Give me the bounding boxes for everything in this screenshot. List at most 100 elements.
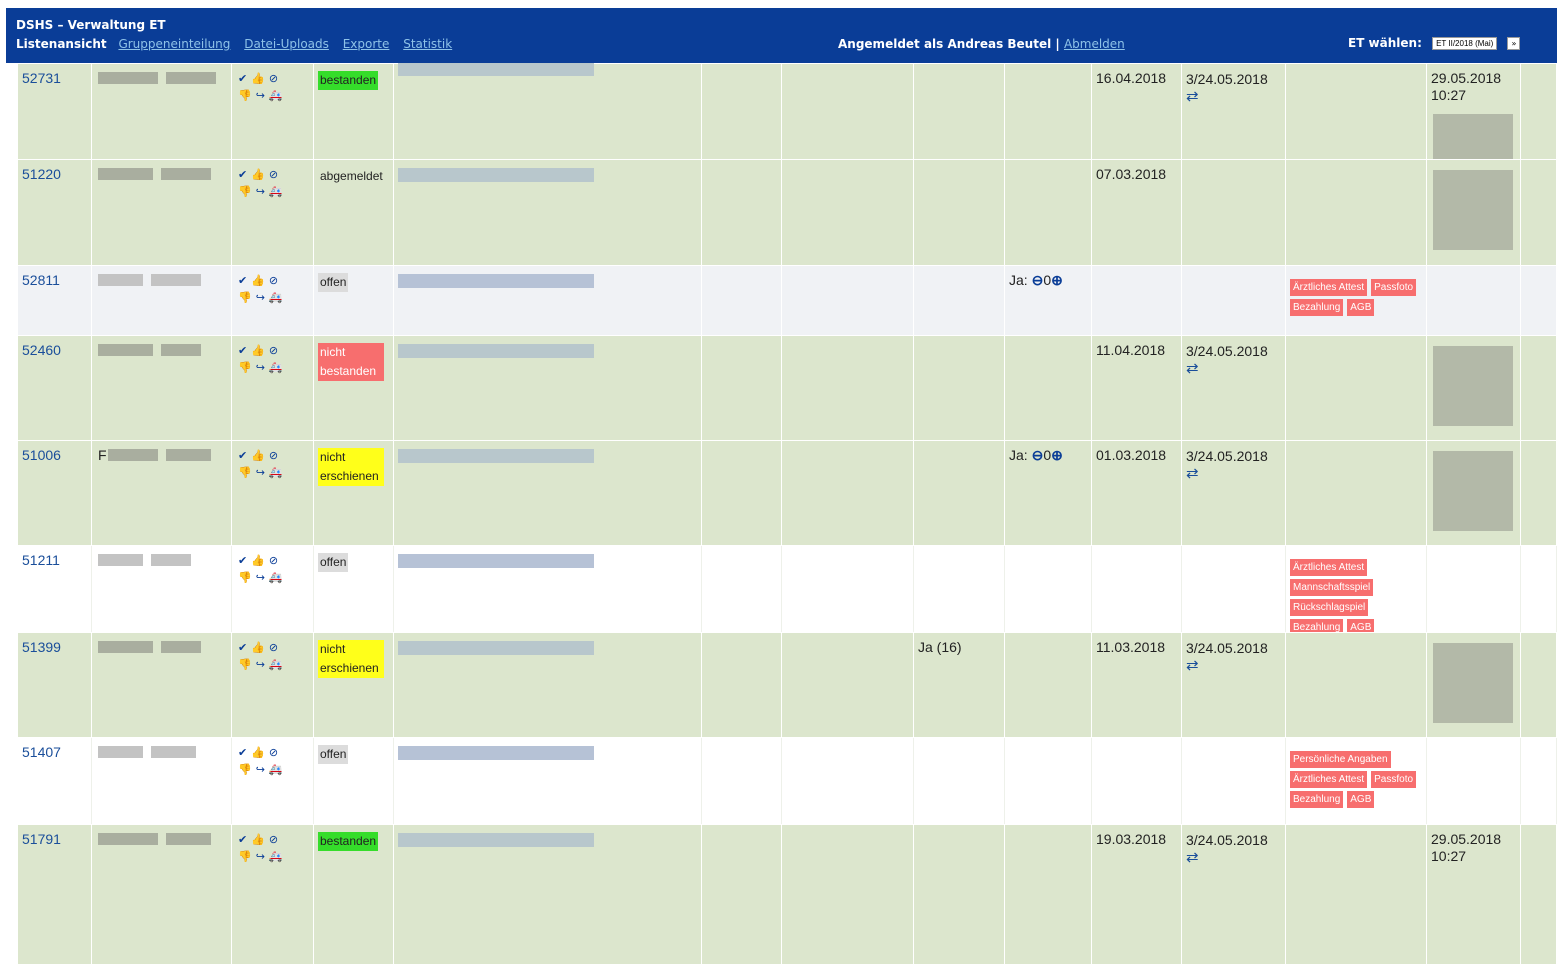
- exchange-icon[interactable]: ⇄: [1186, 360, 1268, 378]
- thumbs-down-icon[interactable]: 👎: [238, 764, 256, 776]
- nav-link-statistik[interactable]: Statistik: [403, 37, 452, 51]
- table-cell: nicht erschienen: [314, 441, 394, 545]
- sign-out-icon[interactable]: ↪: [256, 659, 269, 671]
- thumbs-down-icon[interactable]: 👎: [238, 467, 256, 479]
- table-cell: [1521, 546, 1557, 632]
- et-select[interactable]: ET II/2018 (Mai): [1432, 37, 1498, 50]
- plus-circle-icon[interactable]: ⊕: [1051, 272, 1063, 288]
- sign-out-icon[interactable]: ↪: [256, 362, 269, 374]
- ambulance-icon[interactable]: 🚑: [269, 467, 287, 479]
- check-circle-icon[interactable]: ✔: [238, 345, 251, 357]
- thumbs-up-icon[interactable]: 👍: [251, 73, 269, 85]
- exam-date: 3/24.05.2018 ⇄: [1186, 639, 1268, 675]
- ambulance-icon[interactable]: 🚑: [269, 572, 287, 584]
- ban-icon[interactable]: ⊘: [269, 169, 282, 181]
- check-circle-icon[interactable]: ✔: [238, 73, 251, 85]
- status-badge: offen: [318, 273, 349, 292]
- sign-out-icon[interactable]: ↪: [256, 467, 269, 479]
- sign-out-icon[interactable]: ↪: [256, 186, 269, 198]
- ban-icon[interactable]: ⊘: [269, 834, 282, 846]
- plus-circle-icon[interactable]: ⊕: [1051, 447, 1063, 463]
- check-circle-icon[interactable]: ✔: [238, 642, 251, 654]
- thumbs-up-icon[interactable]: 👍: [251, 169, 269, 181]
- thumbs-up-icon[interactable]: 👍: [251, 555, 269, 567]
- thumbs-down-icon[interactable]: 👎: [238, 186, 256, 198]
- ban-icon[interactable]: ⊘: [269, 747, 282, 759]
- top-bar: DSHS – Verwaltung ET Listenansicht Grupp…: [6, 8, 1557, 63]
- thumbs-up-icon[interactable]: 👍: [251, 275, 269, 287]
- thumbs-up-icon[interactable]: 👍: [251, 450, 269, 462]
- ambulance-icon[interactable]: 🚑: [269, 764, 287, 776]
- participant-id-link[interactable]: 51006: [22, 447, 61, 463]
- table-cell: [1092, 546, 1182, 632]
- nav-link-exporte[interactable]: Exporte: [343, 37, 390, 51]
- ban-icon[interactable]: ⊘: [269, 275, 282, 287]
- participant-id-link[interactable]: 51407: [22, 744, 61, 760]
- ban-icon[interactable]: ⊘: [269, 73, 282, 85]
- counter: Ja: ⊖0⊕: [1009, 447, 1063, 464]
- table-cell: [1005, 546, 1092, 632]
- ban-icon[interactable]: ⊘: [269, 642, 282, 654]
- name-blur-block: [166, 833, 211, 845]
- thumbs-down-icon[interactable]: 👎: [238, 362, 256, 374]
- participant-id-link[interactable]: 52811: [22, 272, 60, 288]
- table-cell: [1286, 633, 1427, 737]
- table-cell: 51006: [18, 441, 92, 545]
- exchange-icon[interactable]: ⇄: [1186, 657, 1268, 675]
- sign-out-icon[interactable]: ↪: [256, 90, 269, 102]
- thumbs-down-icon[interactable]: 👎: [238, 292, 256, 304]
- et-go-button[interactable]: »: [1507, 37, 1521, 50]
- participant-id-link[interactable]: 51399: [22, 639, 61, 655]
- thumbs-down-icon[interactable]: 👎: [238, 851, 256, 863]
- check-circle-icon[interactable]: ✔: [238, 555, 251, 567]
- nav-link-datei-uploads[interactable]: Datei-Uploads: [244, 37, 329, 51]
- table-row: 51006 F ✔👍⊘ 👎↪🚑 nicht erschienen Ja: ⊖0⊕ 01.03…: [18, 440, 1557, 545]
- participant-id-link[interactable]: 51211: [22, 552, 60, 568]
- ban-icon[interactable]: ⊘: [269, 555, 282, 567]
- ban-icon[interactable]: ⊘: [269, 450, 282, 462]
- thumbs-up-icon[interactable]: 👍: [251, 834, 269, 846]
- email-redacted: [398, 641, 594, 655]
- exchange-icon[interactable]: ⇄: [1186, 88, 1268, 106]
- thumbs-down-icon[interactable]: 👎: [238, 659, 256, 671]
- table-row: 52731 ✔👍⊘ 👎↪🚑 bestanden 16.04.2018 3/24.05.20…: [18, 62, 1557, 204]
- ambulance-icon[interactable]: 🚑: [269, 851, 287, 863]
- sign-out-icon[interactable]: ↪: [256, 572, 269, 584]
- check-circle-icon[interactable]: ✔: [238, 834, 251, 846]
- ban-icon[interactable]: ⊘: [269, 345, 282, 357]
- exchange-icon[interactable]: ⇄: [1186, 465, 1268, 483]
- table-cell: [1286, 336, 1427, 440]
- ambulance-icon[interactable]: 🚑: [269, 362, 287, 374]
- participant-id-link[interactable]: 52731: [22, 70, 61, 86]
- minus-circle-icon[interactable]: ⊖: [1028, 447, 1044, 463]
- sign-out-icon[interactable]: ↪: [256, 292, 269, 304]
- table-cell: [782, 64, 914, 159]
- exchange-icon[interactable]: ⇄: [1186, 849, 1268, 867]
- minus-circle-icon[interactable]: ⊖: [1028, 272, 1044, 288]
- ambulance-icon[interactable]: 🚑: [269, 659, 287, 671]
- sign-out-icon[interactable]: ↪: [256, 764, 269, 776]
- check-circle-icon[interactable]: ✔: [238, 169, 251, 181]
- nav-link-gruppeneinteilung[interactable]: Gruppeneinteilung: [118, 37, 230, 51]
- participant-id-link[interactable]: 51791: [22, 831, 61, 847]
- sign-out-icon[interactable]: ↪: [256, 851, 269, 863]
- check-circle-icon[interactable]: ✔: [238, 747, 251, 759]
- ambulance-icon[interactable]: 🚑: [269, 90, 287, 102]
- table-cell: [782, 336, 914, 440]
- participant-id-link[interactable]: 52460: [22, 342, 61, 358]
- check-circle-icon[interactable]: ✔: [238, 275, 251, 287]
- thumbs-down-icon[interactable]: 👎: [238, 572, 256, 584]
- thumbs-up-icon[interactable]: 👍: [251, 345, 269, 357]
- logout-link[interactable]: Abmelden: [1064, 37, 1125, 51]
- thumbs-up-icon[interactable]: 👍: [251, 642, 269, 654]
- table-cell: offen: [314, 738, 394, 824]
- table-cell: 51791: [18, 825, 92, 964]
- check-circle-icon[interactable]: ✔: [238, 450, 251, 462]
- thumbs-down-icon[interactable]: 👎: [238, 90, 256, 102]
- thumbs-up-icon[interactable]: 👍: [251, 747, 269, 759]
- ambulance-icon[interactable]: 🚑: [269, 186, 287, 198]
- app-title: DSHS – Verwaltung ET: [16, 18, 166, 32]
- participant-id-link[interactable]: 51220: [22, 166, 61, 182]
- table-cell: [1182, 160, 1286, 265]
- ambulance-icon[interactable]: 🚑: [269, 292, 287, 304]
